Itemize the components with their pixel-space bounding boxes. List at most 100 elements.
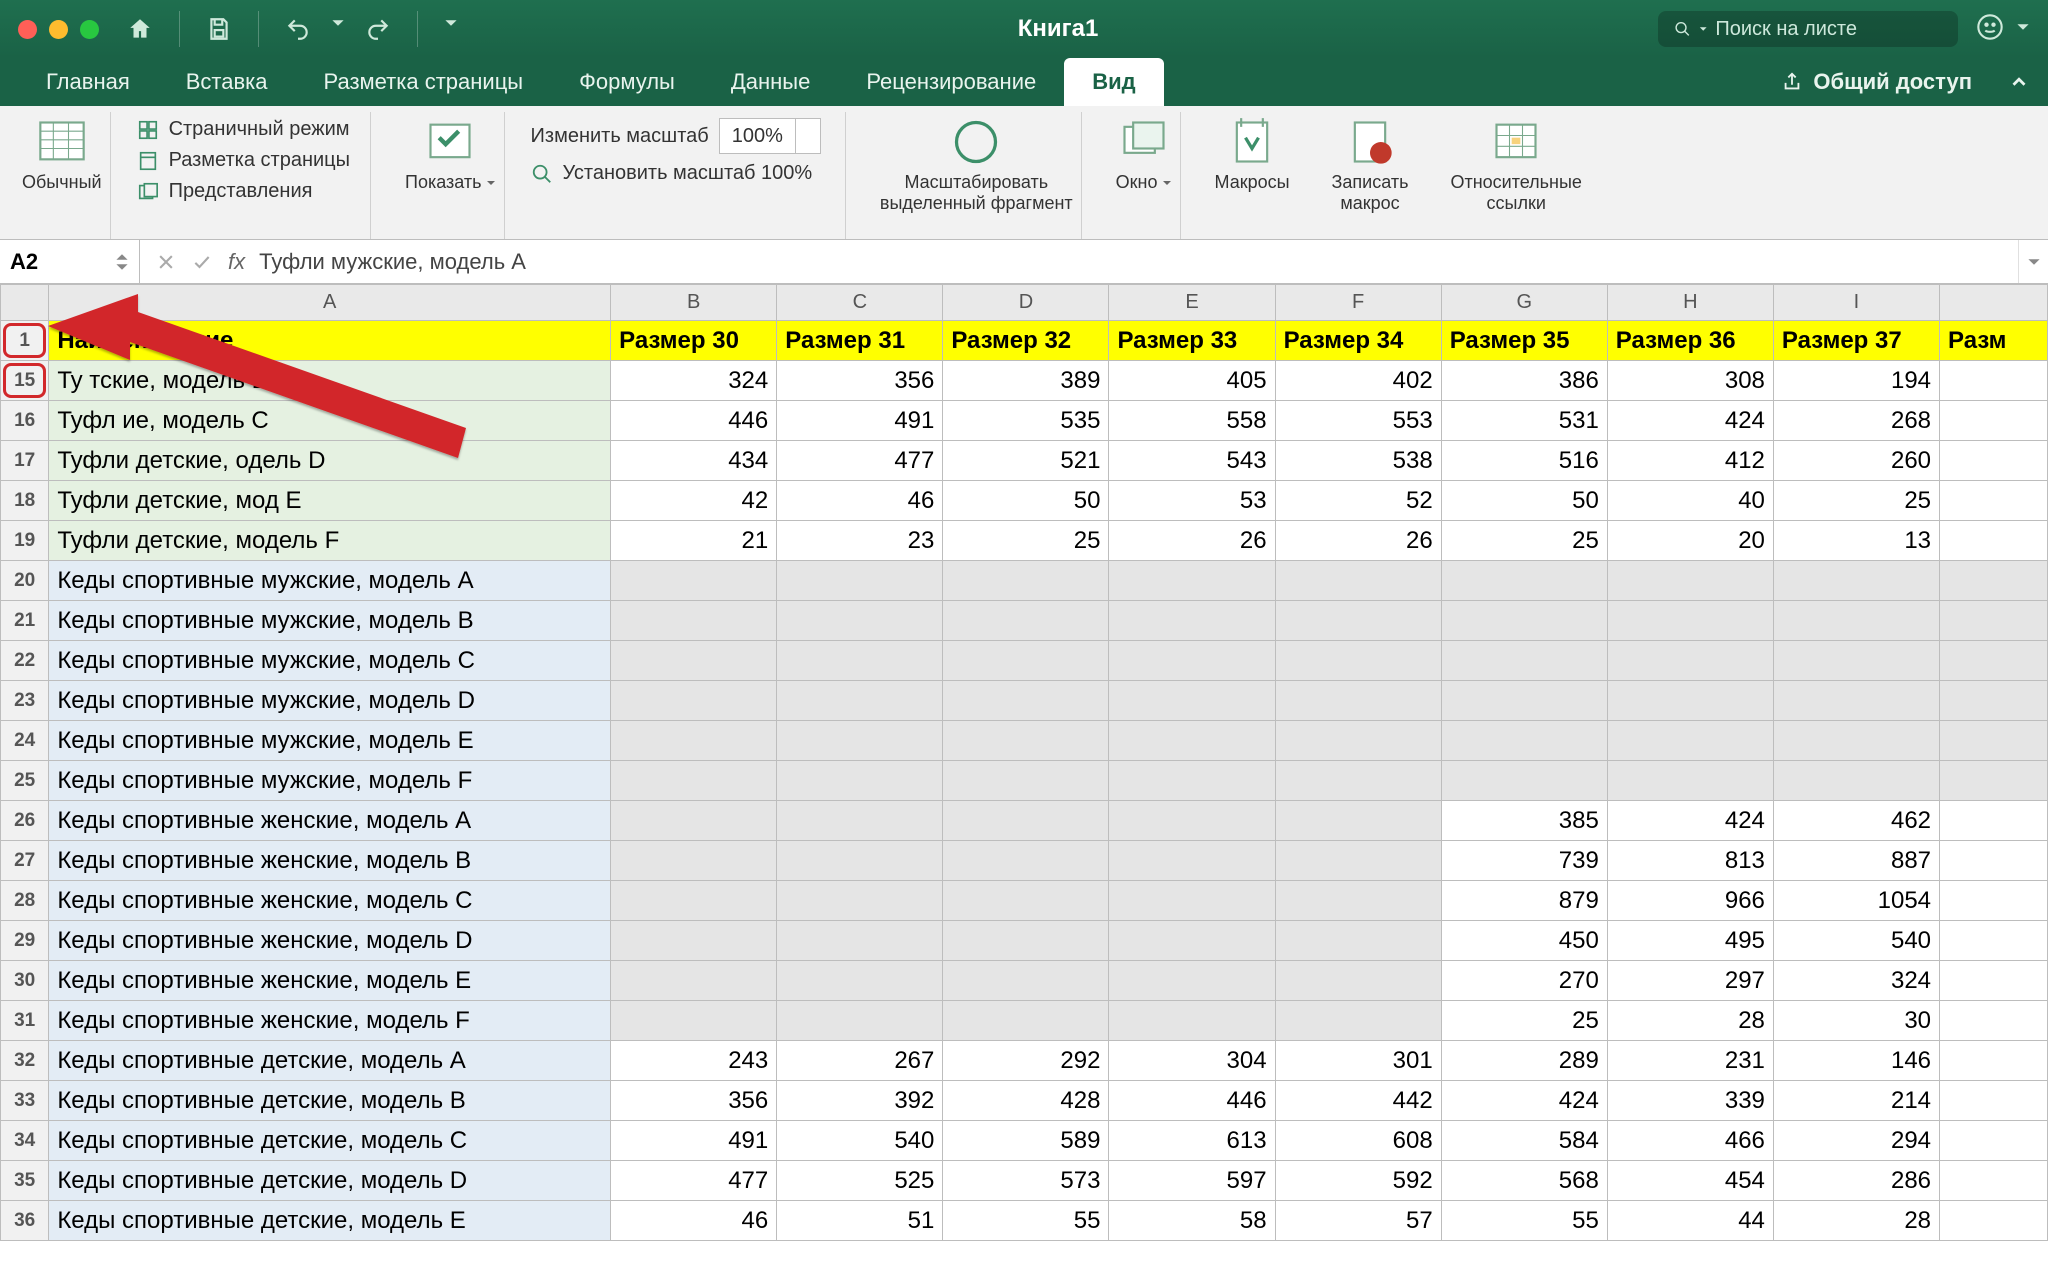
col-header-I[interactable]: I [1773,285,1939,321]
cell[interactable] [1773,641,1939,681]
cell[interactable]: 52 [1275,481,1441,521]
tab-insert[interactable]: Вставка [158,58,296,106]
view-normal-button[interactable]: Обычный [14,112,111,239]
cell[interactable] [1940,481,2048,521]
cell[interactable] [1109,801,1275,841]
cell[interactable] [1940,1201,2048,1241]
cell[interactable]: 392 [777,1081,943,1121]
cell[interactable]: 446 [611,401,777,441]
row-header[interactable]: 21 [1,601,49,641]
cell[interactable]: 26 [1109,521,1275,561]
cell[interactable] [1275,801,1441,841]
table-row[interactable]: 22Кеды спортивные мужские, модель C [1,641,2048,681]
cell[interactable] [611,721,777,761]
cell[interactable]: 21 [611,521,777,561]
cell[interactable]: 589 [943,1121,1109,1161]
row-header[interactable]: 24 [1,721,49,761]
row-header[interactable]: 18 [1,481,49,521]
cell[interactable]: 428 [943,1081,1109,1121]
cell[interactable]: 613 [1109,1121,1275,1161]
cell[interactable]: Размер 37 [1773,321,1939,361]
table-row[interactable]: 26Кеды спортивные женские, модель A38542… [1,801,2048,841]
macros-button[interactable]: Макросы [1207,112,1298,239]
cell[interactable]: 146 [1773,1041,1939,1081]
cell[interactable] [943,961,1109,1001]
undo-icon[interactable] [285,16,311,42]
cell[interactable] [943,841,1109,881]
cell[interactable]: 477 [777,441,943,481]
cell[interactable] [1275,881,1441,921]
cell[interactable]: 297 [1607,961,1773,1001]
cell[interactable]: 531 [1441,401,1607,441]
cell[interactable] [943,801,1109,841]
row-header[interactable]: 34 [1,1121,49,1161]
table-row[interactable]: 30Кеды спортивные женские, модель E27029… [1,961,2048,1001]
cell[interactable]: 966 [1607,881,1773,921]
row-header[interactable]: 33 [1,1081,49,1121]
cell[interactable]: 42 [611,481,777,521]
table-row[interactable]: 27Кеды спортивные женские, модель B73981… [1,841,2048,881]
cell[interactable] [777,721,943,761]
cell[interactable]: 55 [1441,1201,1607,1241]
cell[interactable]: 887 [1773,841,1939,881]
cell[interactable] [943,1001,1109,1041]
table-row[interactable]: 36Кеды спортивные детские, модель E46515… [1,1201,2048,1241]
cell[interactable] [777,1001,943,1041]
show-dropdown[interactable]: Показать [397,112,505,239]
cell[interactable] [1940,721,2048,761]
row-header[interactable]: 29 [1,921,49,961]
cell[interactable]: Кеды спортивные детские, модель E [49,1201,611,1241]
cell[interactable] [1275,841,1441,881]
column-headers[interactable]: A B C D E F G H I [1,285,2048,321]
cell[interactable]: 231 [1607,1041,1773,1081]
cell[interactable]: Туфли детские, мод E [49,481,611,521]
cell[interactable] [1275,561,1441,601]
row-header[interactable]: 32 [1,1041,49,1081]
cell[interactable] [1940,1161,2048,1201]
zoom-selection-button[interactable]: Масштабировать выделенный фрагмент [872,112,1082,239]
table-row[interactable]: 28Кеды спортивные женские, модель C87996… [1,881,2048,921]
formula-input[interactable]: Туфли мужские, модель А [259,240,2018,283]
cell[interactable] [1607,681,1773,721]
cell[interactable]: 28 [1773,1201,1939,1241]
row-header[interactable]: 27 [1,841,49,881]
cell[interactable] [611,961,777,1001]
cell[interactable]: 538 [1275,441,1441,481]
cell[interactable] [1940,641,2048,681]
cell[interactable] [943,641,1109,681]
cell[interactable] [1940,521,2048,561]
cell[interactable]: 339 [1607,1081,1773,1121]
table-row[interactable]: 21Кеды спортивные мужские, модель B [1,601,2048,641]
cell[interactable]: 540 [777,1121,943,1161]
cell[interactable]: 25 [1441,1001,1607,1041]
cell[interactable] [777,561,943,601]
cell[interactable]: 50 [943,481,1109,521]
relative-refs-button[interactable]: Относительные ссылки [1442,112,1589,239]
minimize-window-icon[interactable] [49,20,68,39]
table-row[interactable]: 34Кеды спортивные детские, модель C49154… [1,1121,2048,1161]
cell[interactable]: 292 [943,1041,1109,1081]
cell[interactable] [1940,841,2048,881]
cell[interactable]: Туфли детские, одель D [49,441,611,481]
fx-label[interactable]: fx [228,240,259,283]
cell[interactable] [1109,561,1275,601]
cell[interactable]: 308 [1607,361,1773,401]
cell[interactable] [1109,761,1275,801]
row-header[interactable]: 20 [1,561,49,601]
cell[interactable] [1940,361,2048,401]
cell[interactable] [777,961,943,1001]
cell[interactable] [1607,721,1773,761]
cell[interactable]: 356 [777,361,943,401]
cell[interactable] [611,561,777,601]
cell[interactable]: 813 [1607,841,1773,881]
cell[interactable] [1275,641,1441,681]
cell[interactable]: Кеды спортивные мужские, модель F [49,761,611,801]
cell[interactable]: Кеды спортивные детские, модель B [49,1081,611,1121]
col-header-A[interactable]: A [49,285,611,321]
confirm-icon[interactable] [192,252,212,272]
page-break-view-button[interactable]: Страничный режим [137,118,350,141]
cell[interactable]: 304 [1109,1041,1275,1081]
table-row[interactable]: 29Кеды спортивные женские, модель D45049… [1,921,2048,961]
cell[interactable]: 442 [1275,1081,1441,1121]
search-input[interactable] [1715,18,1942,41]
